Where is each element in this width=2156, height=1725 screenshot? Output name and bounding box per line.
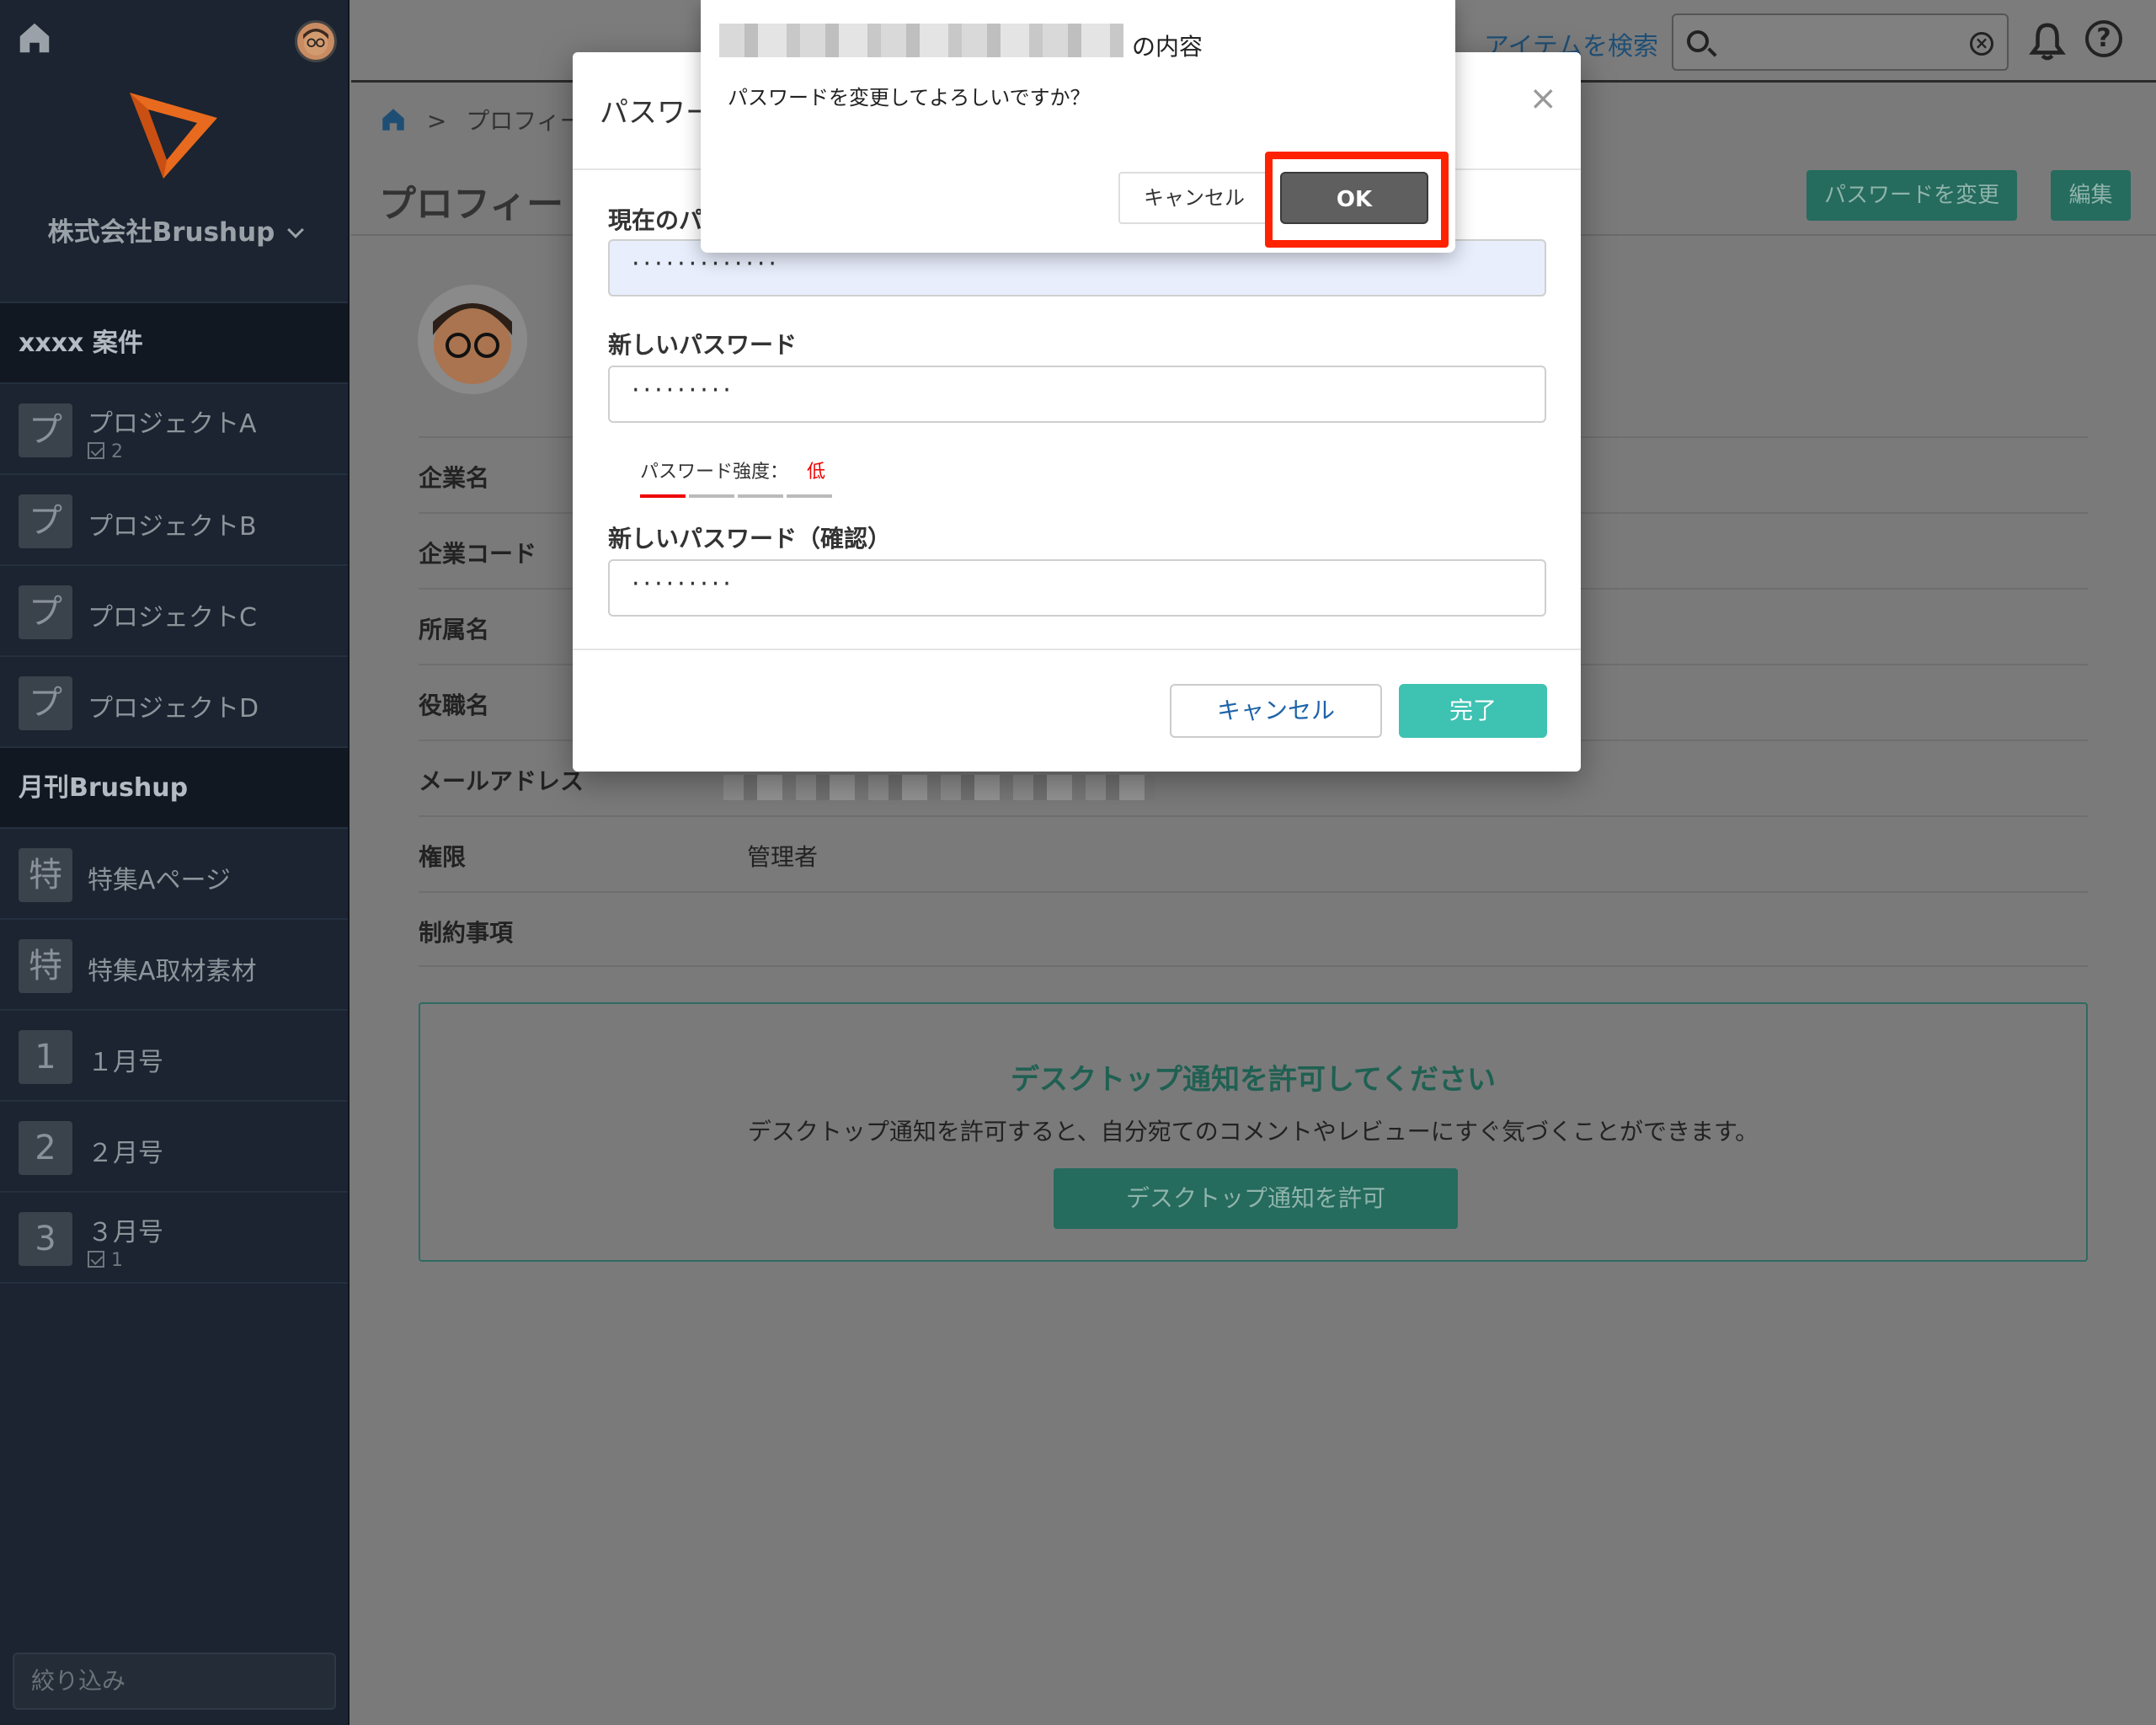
divider (573, 649, 1581, 650)
ok-highlight-box (1265, 152, 1449, 248)
sidebar-item-label: プロジェクトA (88, 409, 257, 439)
edit-button[interactable]: 編集 (2051, 170, 2131, 221)
confirm-password-field[interactable]: ········· (608, 559, 1546, 617)
sidebar-filter-input[interactable]: 絞り込み (13, 1653, 336, 1710)
sidebar-item-project-b[interactable]: プ プロジェクトB (0, 475, 348, 566)
notice-description: デスクトップ通知を許可すると、自分宛てのコメントやレビューにすぐ気づくことができ… (747, 1118, 1759, 1146)
org-name: 株式会社Brushup (47, 217, 275, 248)
dialog-cancel-button[interactable]: キャンセル (1118, 172, 1270, 224)
sidebar-item-label: プロジェクトD (88, 694, 259, 724)
search-icon (1687, 30, 1709, 52)
desktop-notification-notice: デスクトップ通知を許可してください デスクトップ通知を許可すると、自分宛てのコメ… (419, 1002, 2088, 1262)
group-header[interactable]: 月刊Brushup (0, 748, 348, 829)
sidebar-item-label: ２月号 (88, 1139, 163, 1168)
modal-title: パスワー (600, 96, 714, 130)
search-input[interactable]: × (1672, 13, 2009, 71)
sidebar-item-february[interactable]: 2 ２月号 (0, 1102, 348, 1193)
sidebar-item-feature-a-page[interactable]: 特 特集Aページ (0, 829, 348, 920)
project-badge: プ (19, 585, 72, 639)
user-avatar[interactable] (295, 20, 337, 62)
redacted-email (723, 775, 1155, 800)
breadcrumb-home-icon[interactable] (379, 105, 408, 134)
project-badge: 1 (19, 1030, 72, 1084)
checkbox-icon (88, 442, 104, 459)
modal-done-button[interactable]: 完了 (1399, 684, 1547, 738)
confirm-password-label: 新しいパスワード（確認） (608, 525, 892, 553)
sidebar-item-label: ３月号 (88, 1218, 163, 1247)
profile-value: 管理者 (747, 843, 819, 871)
profile-row: 制約事項 (419, 891, 2088, 967)
sidebar-item-project-c[interactable]: プ プロジェクトC (0, 566, 348, 657)
sidebar-item-label: 特集A取材素材 (88, 957, 257, 986)
help-icon[interactable]: ? (2085, 20, 2122, 57)
modal-cancel-button[interactable]: キャンセル (1170, 684, 1382, 738)
dialog-title-suffix: の内容 (1132, 33, 1203, 61)
strength-value: 低 (807, 462, 826, 483)
sidebar-item-january[interactable]: 1 １月号 (0, 1011, 348, 1102)
profile-key: 権限 (419, 843, 467, 871)
breadcrumb: > プロフィー (379, 103, 584, 136)
org-switcher[interactable]: 株式会社Brushup (0, 211, 350, 248)
strength-segment (640, 494, 686, 498)
allow-notification-button[interactable]: デスクトップ通知を許可 (1054, 1168, 1458, 1229)
sidebar-item-feature-a-material[interactable]: 特 特集A取材素材 (0, 920, 348, 1011)
sidebar-header: 株式会社Brushup (0, 0, 348, 303)
bell-icon[interactable] (2028, 20, 2067, 62)
project-badge: プ (19, 676, 72, 730)
sidebar-item-label: １月号 (88, 1048, 163, 1077)
profile-key: メールアドレス (419, 767, 584, 795)
profile-key: 企業コード (419, 540, 537, 568)
profile-avatar (418, 285, 527, 394)
strength-label: パスワード強度： (640, 462, 789, 483)
home-icon[interactable] (15, 19, 54, 57)
project-badge: 3 (19, 1212, 72, 1266)
password-strength: パスワード強度： 低 (640, 457, 825, 483)
sidebar-item-march[interactable]: 3 ３月号 1 (0, 1193, 348, 1284)
sidebar-item-label: プロジェクトB (88, 512, 257, 542)
chevron-down-icon (287, 222, 305, 238)
strength-segment (738, 494, 783, 498)
brushup-logo-icon (130, 93, 217, 179)
clear-search-icon[interactable]: × (1970, 32, 1993, 56)
redacted-site-origin (719, 24, 1123, 57)
strength-meter (640, 485, 835, 501)
sidebar-item-project-a[interactable]: プ プロジェクトA 2 (0, 384, 348, 475)
profile-key: 制約事項 (419, 919, 514, 947)
project-badge: 特 (19, 848, 72, 902)
profile-key: 所属名 (419, 616, 490, 644)
sidebar: 株式会社Brushup xxxx 案件 プ プロジェクトA 2 プ プロジェクト… (0, 0, 350, 1725)
page-title: プロフィー (379, 183, 564, 226)
current-password-label: 現在のパ (608, 206, 703, 234)
profile-key: 企業名 (419, 464, 490, 492)
notice-title: デスクトップ通知を許可してください (1011, 1063, 1496, 1097)
sidebar-item-label: プロジェクトC (88, 603, 257, 633)
task-count: 1 (88, 1250, 123, 1271)
sidebar-item-label: 特集Aページ (88, 866, 231, 895)
new-password-field[interactable]: ········· (608, 366, 1546, 423)
task-count: 2 (88, 441, 123, 462)
project-badge: プ (19, 494, 72, 548)
profile-key: 役職名 (419, 692, 490, 719)
project-badge: 特 (19, 939, 72, 993)
project-badge: プ (19, 403, 72, 457)
profile-row: 権限 管理者 (419, 815, 2088, 891)
breadcrumb-separator: > (426, 107, 447, 135)
project-badge: 2 (19, 1121, 72, 1175)
breadcrumb-current: プロフィー (466, 107, 584, 135)
dialog-message: パスワードを変更してよろしいですか？ (728, 86, 1091, 109)
group-header[interactable]: xxxx 案件 (0, 303, 348, 384)
close-icon[interactable]: × (1529, 79, 1557, 118)
sidebar-item-project-d[interactable]: プ プロジェクトD (0, 657, 348, 748)
strength-segment (689, 494, 734, 498)
checkbox-icon (88, 1251, 104, 1268)
strength-segment (787, 494, 832, 498)
change-password-button[interactable]: パスワードを変更 (1806, 170, 2017, 221)
new-password-label: 新しいパスワード (608, 331, 798, 359)
